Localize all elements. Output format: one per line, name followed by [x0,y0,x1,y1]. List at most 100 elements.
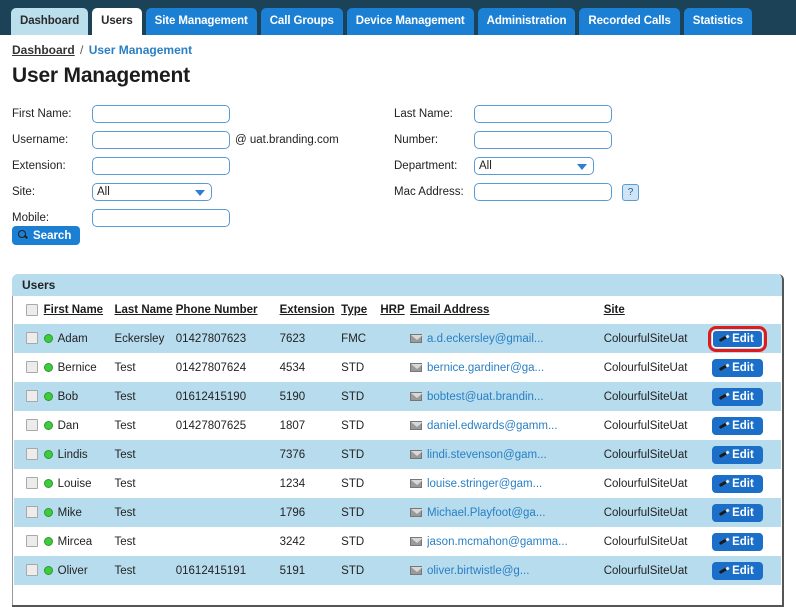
cell-extension: 4534 [279,353,342,382]
email-link[interactable]: bernice.gardiner@ga... [427,362,544,374]
cell-last-name: Eckersley [114,324,176,353]
number-label: Number: [394,134,439,146]
row-select-checkbox[interactable] [26,419,38,432]
nav-tab-recorded-calls[interactable]: Recorded Calls [579,8,680,35]
breadcrumb-link-dashboard[interactable]: Dashboard [12,43,75,57]
edit-button-label: Edit [732,390,754,403]
sort-phone-number[interactable]: Phone Number [176,304,258,316]
username-input[interactable] [92,131,230,149]
search-button[interactable]: Search [12,226,81,245]
first-name-input[interactable] [92,105,230,123]
table-row[interactable]: Adam Eckersley 01427807623 7623 FMC a.d.ecker… [14,324,781,353]
edit-button[interactable]: Edit [712,416,763,435]
mobile-input[interactable] [92,209,230,227]
table-row[interactable]: Mike Test 1796 STD Michael.Playfoot@ga... Col… [14,498,781,527]
cell-type: STD [341,353,381,382]
sort-first-name[interactable]: First Name [44,304,103,316]
sort-last-name[interactable]: Last Name [114,304,172,316]
edit-button[interactable]: Edit [712,445,763,464]
status-online-icon [43,363,53,372]
nav-tab-statistics[interactable]: Statistics [683,8,752,35]
field-row-first-name: First Name: [12,104,230,124]
extension-input[interactable] [92,157,230,175]
edit-button[interactable]: Edit [712,503,763,522]
email-link[interactable]: lindi.stevenson@gam... [427,449,547,461]
table-row[interactable]: Bob Test 01612415190 5190 STD bobtest@uat.bra… [14,382,781,411]
row-select-checkbox[interactable] [26,332,38,345]
department-select[interactable]: All [474,157,594,175]
edit-button-label: Edit [732,535,754,548]
cell-phone-number: 01427807625 [175,411,280,440]
field-row-last-name: Last Name: [394,104,612,124]
users-table-head: First Name Last Name Phone Number Extens… [14,296,781,324]
row-select-checkbox[interactable] [26,535,38,548]
last-name-input[interactable] [474,105,612,123]
email-link[interactable]: oliver.birtwistle@g... [427,565,529,577]
cell-phone-number: 01612415190 [175,382,280,411]
edit-button[interactable]: Edit [708,325,767,352]
select-all-checkbox[interactable] [26,303,38,316]
mac-address-help-button[interactable]: ? [622,183,639,201]
table-row[interactable]: Lindis Test 7376 STD lindi.stevenson@gam... C… [14,440,781,469]
cell-actions: Edit [712,469,781,498]
mail-icon [409,363,423,372]
number-input[interactable] [474,131,612,149]
extension-label: Extension: [12,160,66,172]
edit-button[interactable]: Edit [712,474,763,493]
table-row[interactable]: Dan Test 01427807625 1807 STD daniel.edwards@… [14,411,781,440]
user-search-form: First Name: Username: @ uat.branding.com… [0,102,796,252]
email-link[interactable]: louise.stringer@gam... [427,478,542,490]
search-button-label: Search [33,229,72,242]
row-select-checkbox[interactable] [26,506,38,519]
row-select-checkbox[interactable] [26,361,38,374]
cell-site: ColourfulSiteUat [603,469,713,498]
cell-email-address: bernice.gardiner@ga... [409,353,604,382]
cell-first-name: Bob [43,382,115,411]
mac-address-input[interactable] [474,183,612,201]
nav-tab-users[interactable]: Users [92,8,142,35]
cell-site: ColourfulSiteUat [603,353,713,382]
first-name-text: Lindis [57,448,88,461]
email-link[interactable]: a.d.eckersley@gmail... [427,333,544,345]
nav-tab-call-groups[interactable]: Call Groups [260,8,343,35]
sort-site[interactable]: Site [604,304,625,316]
edit-button[interactable]: Edit [712,561,763,580]
sort-type[interactable]: Type [341,304,367,316]
sort-extension[interactable]: Extension [280,304,335,316]
table-row[interactable]: Mircea Test 3242 STD jason.mcmahon@gamma... C… [14,527,781,556]
nav-tab-administration[interactable]: Administration [477,8,576,35]
department-select-value: All [479,160,492,172]
nav-tab-dashboard[interactable]: Dashboard [11,8,89,35]
table-row[interactable]: Bernice Test 01427807624 4534 STD bernice.gar… [14,353,781,382]
column-header-last-name: Last Name [114,296,176,324]
site-select[interactable]: All [92,183,212,201]
users-table: First Name Last Name Phone Number Extens… [14,296,781,585]
email-link[interactable]: daniel.edwards@gamm... [427,420,558,432]
nav-tab-site-management[interactable]: Site Management [145,8,257,35]
table-row[interactable]: Louise Test 1234 STD louise.stringer@gam... C… [14,469,781,498]
pencil-icon [718,391,729,402]
nav-tab-device-management[interactable]: Device Management [346,8,474,35]
cell-phone-number: 01612415191 [175,556,280,585]
cell-hrp [380,440,410,469]
email-link[interactable]: Michael.Playfoot@ga... [427,507,545,519]
cell-first-name: Oliver [43,556,115,585]
edit-button[interactable]: Edit [712,358,763,377]
cell-email-address: louise.stringer@gam... [409,469,604,498]
edit-button[interactable]: Edit [712,532,763,551]
select-all-header [14,296,44,324]
edit-button[interactable]: Edit [712,387,763,406]
row-select-checkbox[interactable] [26,564,38,577]
table-row[interactable]: Oliver Test 01612415191 5191 STD oliver.birtw… [14,556,781,585]
row-select-checkbox[interactable] [26,390,38,403]
row-select-checkbox[interactable] [26,448,38,461]
sort-email-address[interactable]: Email Address [410,304,489,316]
email-link[interactable]: bobtest@uat.brandin... [427,391,544,403]
email-link[interactable]: jason.mcmahon@gamma... [427,536,568,548]
cell-extension: 5190 [279,382,342,411]
edit-button-label: Edit [732,477,754,490]
mail-icon [409,508,423,517]
row-select-checkbox[interactable] [26,477,38,490]
sort-hrp[interactable]: HRP [380,304,404,316]
cell-email-address: daniel.edwards@gamm... [409,411,604,440]
